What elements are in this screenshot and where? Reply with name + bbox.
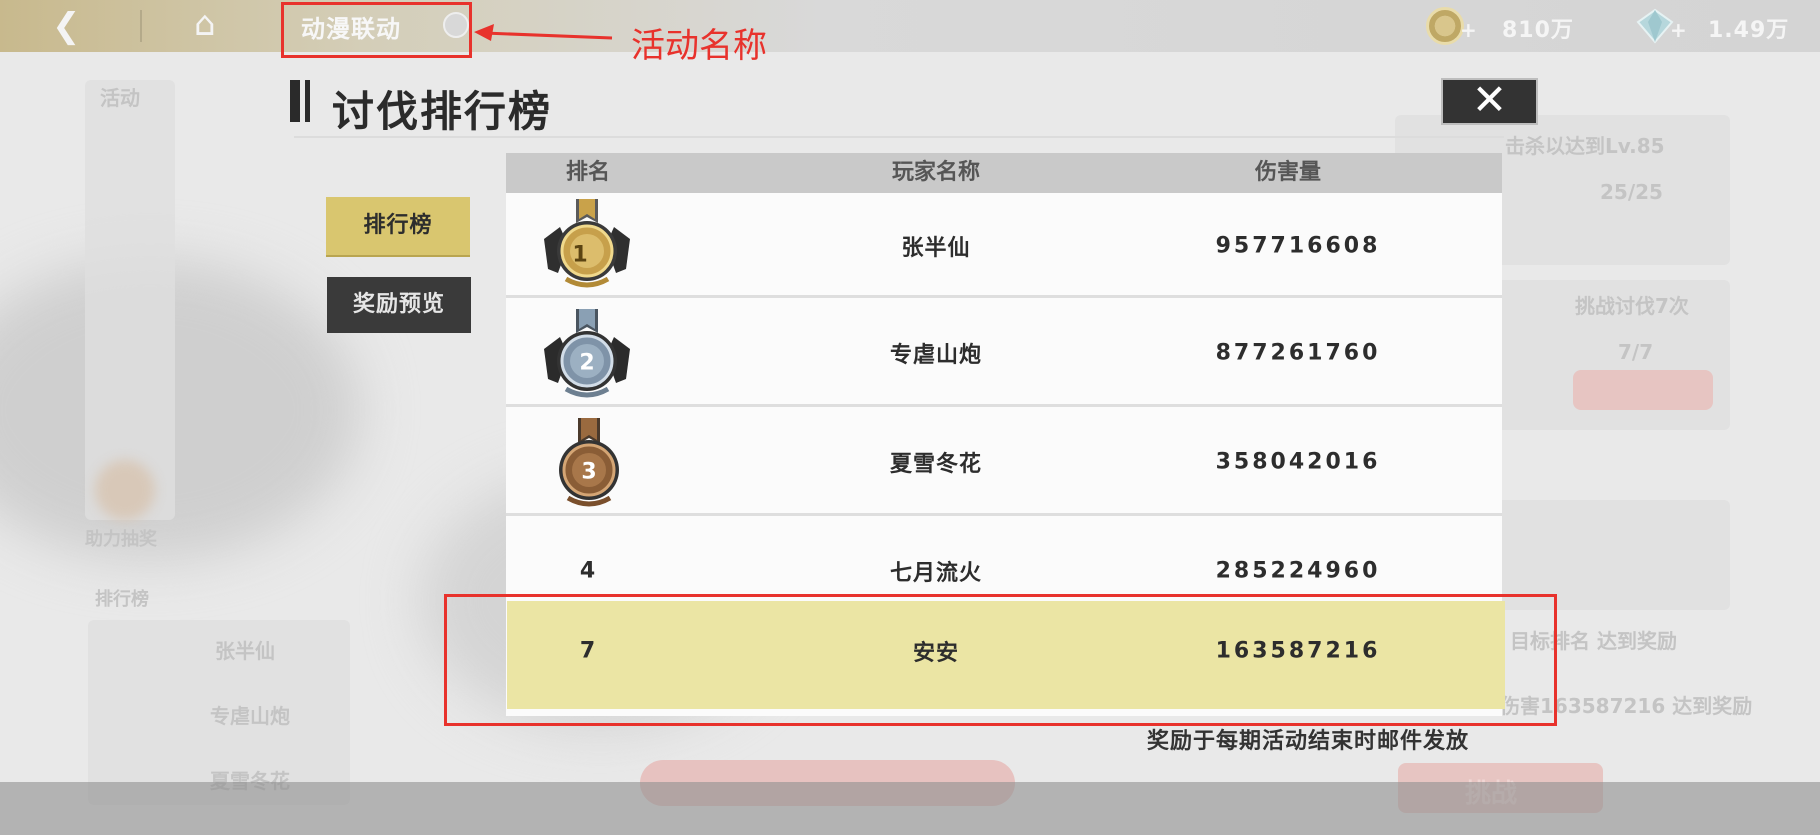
rank-number: 1 (572, 242, 588, 268)
close-button[interactable]: ✕ (1441, 78, 1538, 125)
column-header-damage: 伤害量 (1254, 160, 1322, 185)
coin-balance: 810万 (1502, 18, 1574, 43)
row-divider (506, 513, 1502, 516)
diamond-icon (1636, 8, 1674, 44)
gem-add-button[interactable]: + (1670, 18, 1687, 42)
title-accent-bar (305, 80, 310, 122)
rank-number: 3 (581, 459, 597, 485)
coin-add-button[interactable]: + (1460, 18, 1477, 42)
top-bar: ❮ ⌂ 动漫联动 + 810万 + 1.49万 (0, 0, 1820, 52)
player-name: 七月流火 (889, 561, 983, 586)
event-name-highlight-box (281, 2, 472, 58)
title-accent-bar (290, 80, 300, 122)
home-icon[interactable]: ⌂ (194, 0, 216, 50)
rank-number: 2 (579, 350, 595, 376)
rank-number: 4 (579, 558, 597, 584)
damage-value: 285224960 (1215, 558, 1381, 584)
panel-title: 讨伐排行榜 (332, 87, 553, 136)
tab-reward-preview[interactable]: 奖励预览 (327, 277, 471, 333)
my-rank-highlight-box (444, 594, 1557, 726)
table-header: 排名 玩家名称 伤害量 (506, 153, 1502, 193)
column-header-player: 玩家名称 (891, 160, 981, 185)
gold-coin-icon (1426, 7, 1464, 45)
column-header-rank: 排名 (565, 160, 611, 185)
event-name-annotation: 活动名称 (631, 26, 767, 66)
reward-note: 奖励于每期活动结束时邮件发放 (1147, 729, 1470, 754)
player-name: 张半仙 (901, 236, 971, 261)
damage-value: 877261760 (1215, 340, 1381, 366)
bottom-shadow-band (0, 782, 1820, 835)
gem-balance: 1.49万 (1708, 18, 1790, 43)
player-name: 夏雪冬花 (889, 452, 983, 477)
annotation-arrow (474, 24, 613, 41)
row-divider (506, 404, 1502, 407)
damage-value: 358042016 (1215, 449, 1381, 475)
title-divider (294, 136, 1504, 138)
tab-leaderboard[interactable]: 排行榜 (326, 197, 470, 255)
damage-value: 957716608 (1215, 233, 1381, 259)
topbar-divider (140, 10, 142, 42)
back-arrow-icon[interactable]: ❮ (52, 0, 81, 52)
player-name: 专虐山炮 (889, 343, 983, 368)
row-divider (506, 295, 1502, 298)
